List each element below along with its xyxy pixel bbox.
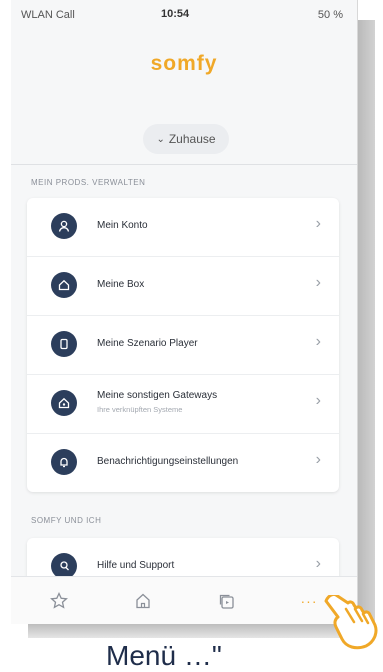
carrier-label: WLAN Call bbox=[21, 9, 75, 21]
caption-text: Menü …" bbox=[106, 640, 222, 671]
chevron-right-icon: › bbox=[315, 451, 321, 468]
menu-item-szenario-player[interactable]: Meine Szenario Player › bbox=[27, 316, 339, 375]
menu-item-label: Hilfe und Support bbox=[97, 560, 175, 571]
home-selector-label: Zuhause bbox=[168, 132, 216, 146]
more-icon[interactable]: ··· bbox=[297, 589, 321, 613]
chevron-right-icon: › bbox=[315, 392, 321, 409]
scenario-player-icon bbox=[51, 331, 77, 357]
home-icon[interactable] bbox=[131, 589, 155, 613]
user-icon bbox=[51, 213, 77, 239]
menu-item-label: Meine Box bbox=[97, 279, 145, 290]
status-time: 10:54 bbox=[161, 8, 190, 20]
header-divider bbox=[11, 164, 357, 165]
chevron-right-icon: › bbox=[315, 555, 321, 572]
chevron-right-icon: › bbox=[315, 215, 321, 232]
menu-item-label: Mein Konto bbox=[97, 220, 148, 231]
battery-label: 50 % bbox=[317, 9, 343, 21]
menu-item-benachrichtigungen[interactable]: Benachrichtigungseinstellungen › bbox=[27, 434, 339, 492]
menu-item-sublabel: Ihre verknüpften Systeme bbox=[97, 405, 183, 414]
gateway-icon bbox=[51, 390, 77, 416]
favorites-icon[interactable] bbox=[47, 589, 71, 613]
devices-icon[interactable] bbox=[215, 589, 239, 613]
status-bar: WLAN Call 10:54 50 % bbox=[11, 0, 357, 28]
bell-icon bbox=[51, 449, 77, 475]
somfy-logo: somfy bbox=[150, 52, 218, 75]
tab-bar: ··· bbox=[11, 576, 357, 624]
menu-item-meine-box[interactable]: Meine Box › bbox=[27, 257, 339, 316]
menu-item-mein-konto[interactable]: Mein Konto › bbox=[27, 198, 339, 257]
menu-item-label: Meine Szenario Player bbox=[97, 338, 198, 349]
home-box-icon bbox=[51, 272, 77, 298]
phone-screen: WLAN Call 10:54 50 % somfy ⌄ Zuhause MEI… bbox=[11, 0, 358, 624]
menu-item-label: Meine sonstigen Gateways bbox=[97, 390, 218, 401]
section-title-manage: MEIN PRODS. VERWALTEN bbox=[31, 178, 146, 187]
section-title-somfy: SOMFY UND ICH bbox=[31, 516, 102, 525]
pointing-hand-icon bbox=[324, 595, 378, 650]
menu-item-gateways[interactable]: Meine sonstigen Gateways Ihre verknüpfte… bbox=[27, 375, 339, 434]
screenshot-shadow-right bbox=[355, 20, 375, 632]
screenshot-shadow-bottom bbox=[28, 624, 368, 638]
manage-card: Mein Konto › Meine Box › Meine Szenario … bbox=[27, 198, 339, 492]
menu-item-label: Benachrichtigungseinstellungen bbox=[97, 456, 239, 467]
chevron-right-icon: › bbox=[315, 274, 321, 291]
chevron-right-icon: › bbox=[315, 333, 321, 350]
chevron-down-icon: ⌄ bbox=[156, 133, 165, 145]
home-selector-button[interactable]: ⌄ Zuhause bbox=[143, 124, 229, 154]
